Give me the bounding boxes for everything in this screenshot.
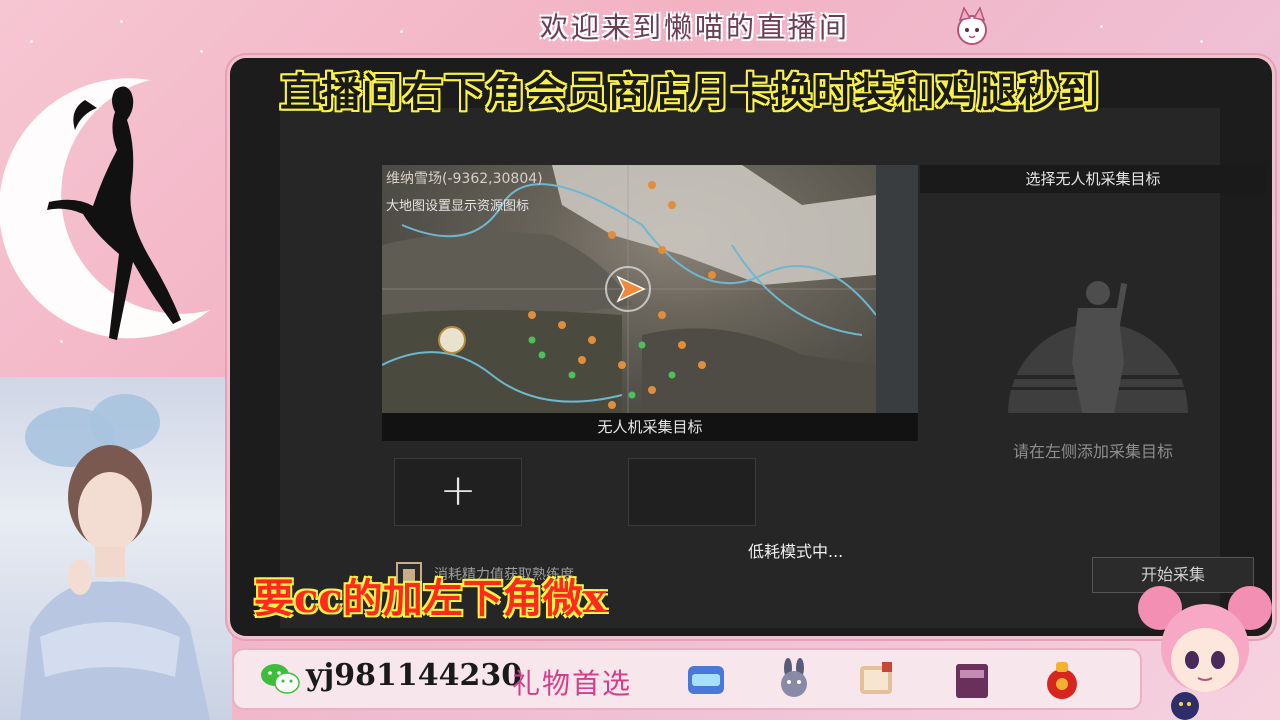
gift-title: 礼物首选 (512, 667, 633, 700)
chibi-cat-icon (957, 6, 987, 45)
game-window: 维纳雪场(-9362,30804) 大地图设置显示资源图标 无人机采集目标 选择… (230, 58, 1272, 636)
add-target-hint: 请在左侧添加采集目标 (1012, 442, 1173, 461)
right-panel-title: 选择无人机采集目标 (920, 165, 1266, 193)
chibi-mascot-icon (1138, 586, 1272, 720)
bottom-info-bar: yj981144230 礼物首选 (234, 650, 1140, 708)
sparkle (200, 50, 203, 53)
lucky-bag-gift-icon (1047, 662, 1077, 699)
book-gift-icon (956, 664, 988, 698)
sparkle (1100, 25, 1103, 28)
badge-gift-icon (688, 666, 724, 694)
rabbit-gift-icon (781, 658, 807, 697)
add-target-slot[interactable]: + (394, 458, 522, 526)
map-location-title: 维纳雪场(-9362,30804) (386, 171, 543, 187)
map-resource-hint: 大地图设置显示资源图标 (386, 199, 530, 214)
overlay-promo-bottom: 要cc的加左下角微x (254, 575, 607, 622)
drone-collect-panel: 维纳雪场(-9362,30804) 大地图设置显示资源图标 无人机采集目标 选择… (280, 108, 1266, 628)
map-caption: 无人机采集目标 (382, 413, 918, 441)
low-power-status: 低耗模式中... (748, 542, 844, 561)
moon-silhouette-logo (0, 78, 210, 340)
map-side-strip (876, 165, 918, 413)
wechat-icon (261, 664, 300, 694)
sparkle (400, 30, 403, 33)
overlay-promo-top: 直播间右下角会员商店月卡换时装和鸡腿秒到 (280, 69, 1100, 116)
character-silhouette-icon (998, 281, 1198, 413)
sparkle (30, 40, 33, 43)
world-map[interactable]: 维纳雪场(-9362,30804) 大地图设置显示资源图标 (382, 165, 876, 413)
streamer-photo (0, 377, 232, 720)
wechat-id: yj981144230 (306, 658, 523, 693)
sparkle (120, 20, 123, 23)
plus-icon: + (439, 465, 477, 517)
scroll-gift-icon (860, 662, 892, 694)
welcome-banner: 欢迎来到懒喵的直播间 (540, 11, 851, 44)
empty-target-slot[interactable] (628, 458, 756, 526)
sparkle (1200, 40, 1203, 43)
